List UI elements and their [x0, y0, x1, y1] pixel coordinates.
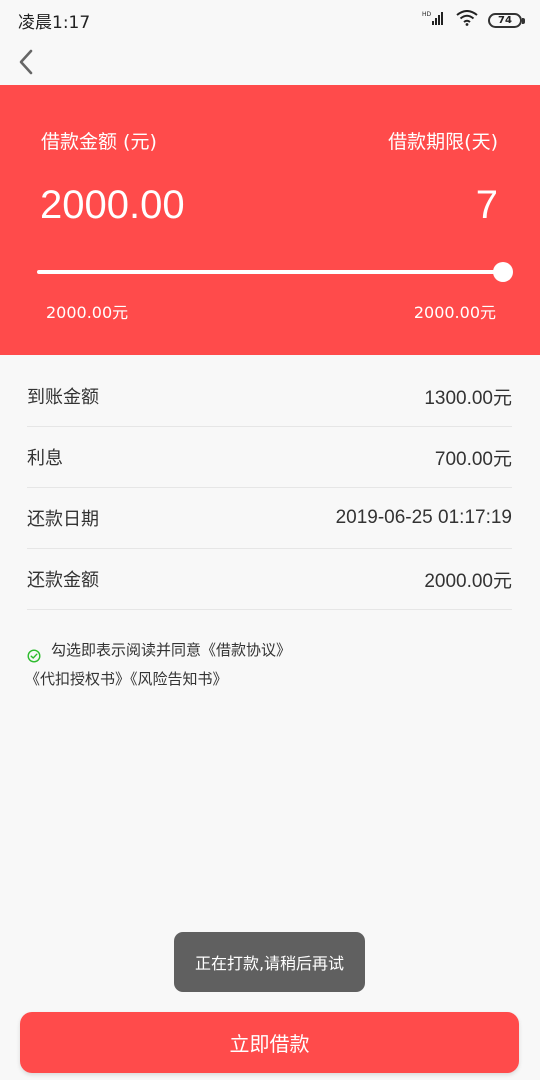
wifi-icon	[456, 9, 478, 31]
status-time: 凌晨1:17	[18, 12, 91, 33]
status-bar: 凌晨1:17 HD 74	[0, 0, 540, 40]
slider-max-label: 2000.00元	[413, 303, 496, 322]
hd-label: HD	[422, 11, 432, 18]
amount-slider-track[interactable]	[37, 270, 503, 274]
agreement-text[interactable]: 勾选即表示阅读并同意《借款协议》	[51, 636, 291, 665]
amount-label: 借款金额 (元)	[41, 131, 157, 153]
agreement-links[interactable]: 《代扣授权书》《风险告知书》	[25, 665, 291, 694]
detail-value: 1300.00元	[424, 387, 512, 409]
detail-value: 700.00元	[434, 448, 512, 470]
detail-value: 2019-06-25 01:17:19	[335, 507, 512, 528]
check-circle-icon	[27, 648, 41, 663]
amount-slider-thumb[interactable]	[493, 262, 513, 282]
loan-page: 凌晨1:17 HD 74 借款金额 (元) 借款期限(天) 2000.00 7 …	[0, 0, 540, 1080]
chevron-left-icon	[19, 49, 33, 75]
detail-label: 利息	[27, 448, 63, 469]
back-button[interactable]	[8, 44, 44, 80]
nav-bar	[0, 40, 540, 85]
detail-row-received: 到账金额 1300.00元	[27, 366, 512, 427]
amount-value: 2000.00	[40, 183, 185, 227]
detail-label: 到账金额	[27, 387, 99, 408]
borrow-now-button[interactable]: 立即借款	[20, 1012, 519, 1073]
agreement-section: 勾选即表示阅读并同意《借款协议》 《代扣授权书》《风险告知书》	[25, 636, 291, 694]
agreement-checkbox[interactable]	[27, 644, 41, 663]
status-icons: HD 74	[422, 9, 525, 31]
battery-icon: 74	[488, 12, 525, 28]
term-label: 借款期限(天)	[388, 131, 498, 153]
slider-min-label: 2000.00元	[46, 303, 129, 322]
detail-row-repay-date: 还款日期 2019-06-25 01:17:19	[27, 488, 512, 549]
term-value: 7	[475, 183, 498, 227]
signal-icon: HD	[422, 10, 446, 31]
detail-row-repay-amount: 还款金额 2000.00元	[27, 549, 512, 610]
detail-value: 2000.00元	[424, 570, 512, 592]
toast-message: 正在打款,请稍后再试	[174, 932, 365, 992]
detail-label: 还款金额	[27, 570, 99, 591]
detail-row-interest: 利息 700.00元	[27, 427, 512, 488]
detail-label: 还款日期	[27, 509, 99, 530]
loan-details: 到账金额 1300.00元 利息 700.00元 还款日期 2019-06-25…	[27, 366, 512, 610]
agreement-line: 勾选即表示阅读并同意《借款协议》	[25, 636, 291, 665]
loan-summary-panel: 借款金额 (元) 借款期限(天) 2000.00 7 2000.00元 2000…	[0, 85, 540, 355]
